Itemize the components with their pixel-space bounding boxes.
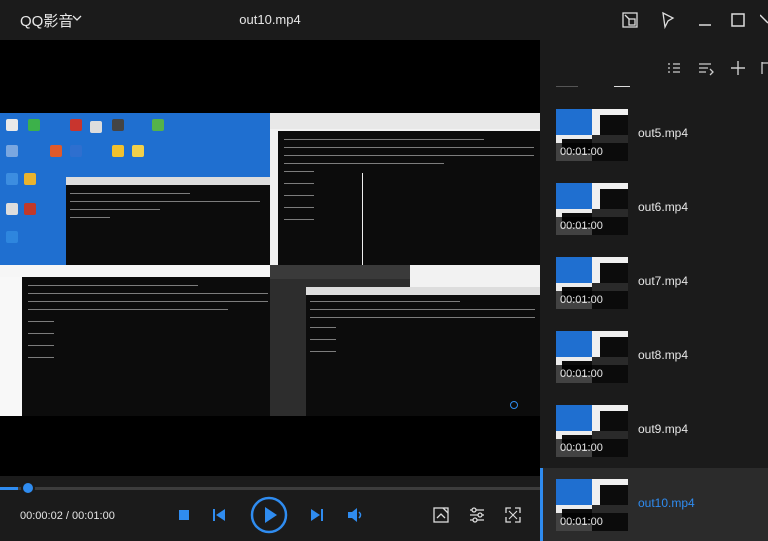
thumbnail-duration: 00:01:00	[556, 439, 628, 457]
tab-indicator	[614, 86, 630, 87]
progress-fill	[0, 487, 18, 490]
video-quadrant-desktop	[0, 113, 270, 265]
equalizer-icon[interactable]	[468, 506, 486, 524]
time-readout: 00:00:02 / 00:01:00	[20, 510, 115, 522]
playlist-item[interactable]: 00:01:00 out10.mp4	[540, 468, 768, 541]
title-bar: QQ影音 out10.mp4	[0, 0, 768, 40]
minimize-icon[interactable]	[695, 10, 715, 30]
video-quadrant-editor	[270, 265, 540, 416]
playlist-item-name: out5.mp4	[638, 126, 689, 140]
playlist-item-name: out9.mp4	[638, 422, 689, 436]
playlist-panel: 00:01:00 out5.mp4 00:01:00 out6.mp4 00:01:00…	[540, 40, 768, 541]
playlist-item[interactable]: 00:01:00 out5.mp4	[540, 98, 768, 172]
fullscreen-icon[interactable]	[504, 506, 522, 524]
playlist-item[interactable]: 00:01:00 out8.mp4	[540, 320, 768, 394]
video-thumbnail: 00:01:00	[556, 405, 628, 457]
thumbnail-duration: 00:01:00	[556, 291, 628, 309]
play-icon[interactable]	[250, 496, 288, 534]
stop-icon[interactable]	[178, 509, 190, 521]
video-thumbnail: 00:01:00	[556, 479, 628, 531]
video-quadrant-terminal	[270, 113, 540, 265]
picture-in-picture-icon[interactable]	[620, 10, 640, 30]
screenshot-icon[interactable]	[432, 506, 450, 524]
video-thumbnail: 00:01:00	[556, 183, 628, 235]
maximize-icon[interactable]	[728, 10, 748, 30]
video-quadrant-explorer	[0, 265, 270, 416]
more-icon[interactable]	[758, 58, 768, 78]
volume-icon[interactable]	[347, 507, 365, 523]
video-thumbnail: 00:01:00	[556, 109, 628, 161]
thumbnail-duration: 00:01:00	[556, 143, 628, 161]
play-order-icon[interactable]	[696, 58, 716, 78]
pin-icon[interactable]	[658, 10, 678, 30]
video-thumbnail: 00:01:00	[556, 331, 628, 383]
close-icon[interactable]	[759, 10, 768, 30]
thumbnail-duration: 00:01:00	[556, 365, 628, 383]
video-canvas[interactable]	[0, 40, 540, 476]
playlist-item-name: out8.mp4	[638, 348, 689, 362]
progress-track[interactable]	[0, 487, 540, 490]
add-icon[interactable]	[728, 58, 748, 78]
next-icon[interactable]	[310, 508, 324, 522]
video-frame	[0, 113, 540, 416]
playlist-item-name: out7.mp4	[638, 274, 689, 288]
list-view-icon[interactable]	[664, 58, 684, 78]
thumbnail-duration: 00:01:00	[556, 217, 628, 235]
playlist-item[interactable]: 00:01:00 out9.mp4	[540, 394, 768, 468]
previous-icon[interactable]	[212, 508, 226, 522]
time-total: 00:01:00	[72, 510, 115, 522]
time-current: 00:00:02	[20, 510, 63, 522]
video-thumbnail: 00:01:00	[556, 257, 628, 309]
playlist-item-name: out6.mp4	[638, 200, 689, 214]
playlist-item[interactable]: 00:01:00 out7.mp4	[540, 246, 768, 320]
active-indicator	[540, 468, 543, 541]
tab-indicator	[556, 86, 578, 87]
window-title: out10.mp4	[239, 12, 301, 27]
playlist-item[interactable]: 00:01:00 out6.mp4	[540, 172, 768, 246]
time-separator: /	[62, 510, 72, 522]
progress-handle[interactable]	[21, 481, 35, 495]
playlist-item-name: out10.mp4	[638, 496, 695, 510]
thumbnail-duration: 00:01:00	[556, 513, 628, 531]
